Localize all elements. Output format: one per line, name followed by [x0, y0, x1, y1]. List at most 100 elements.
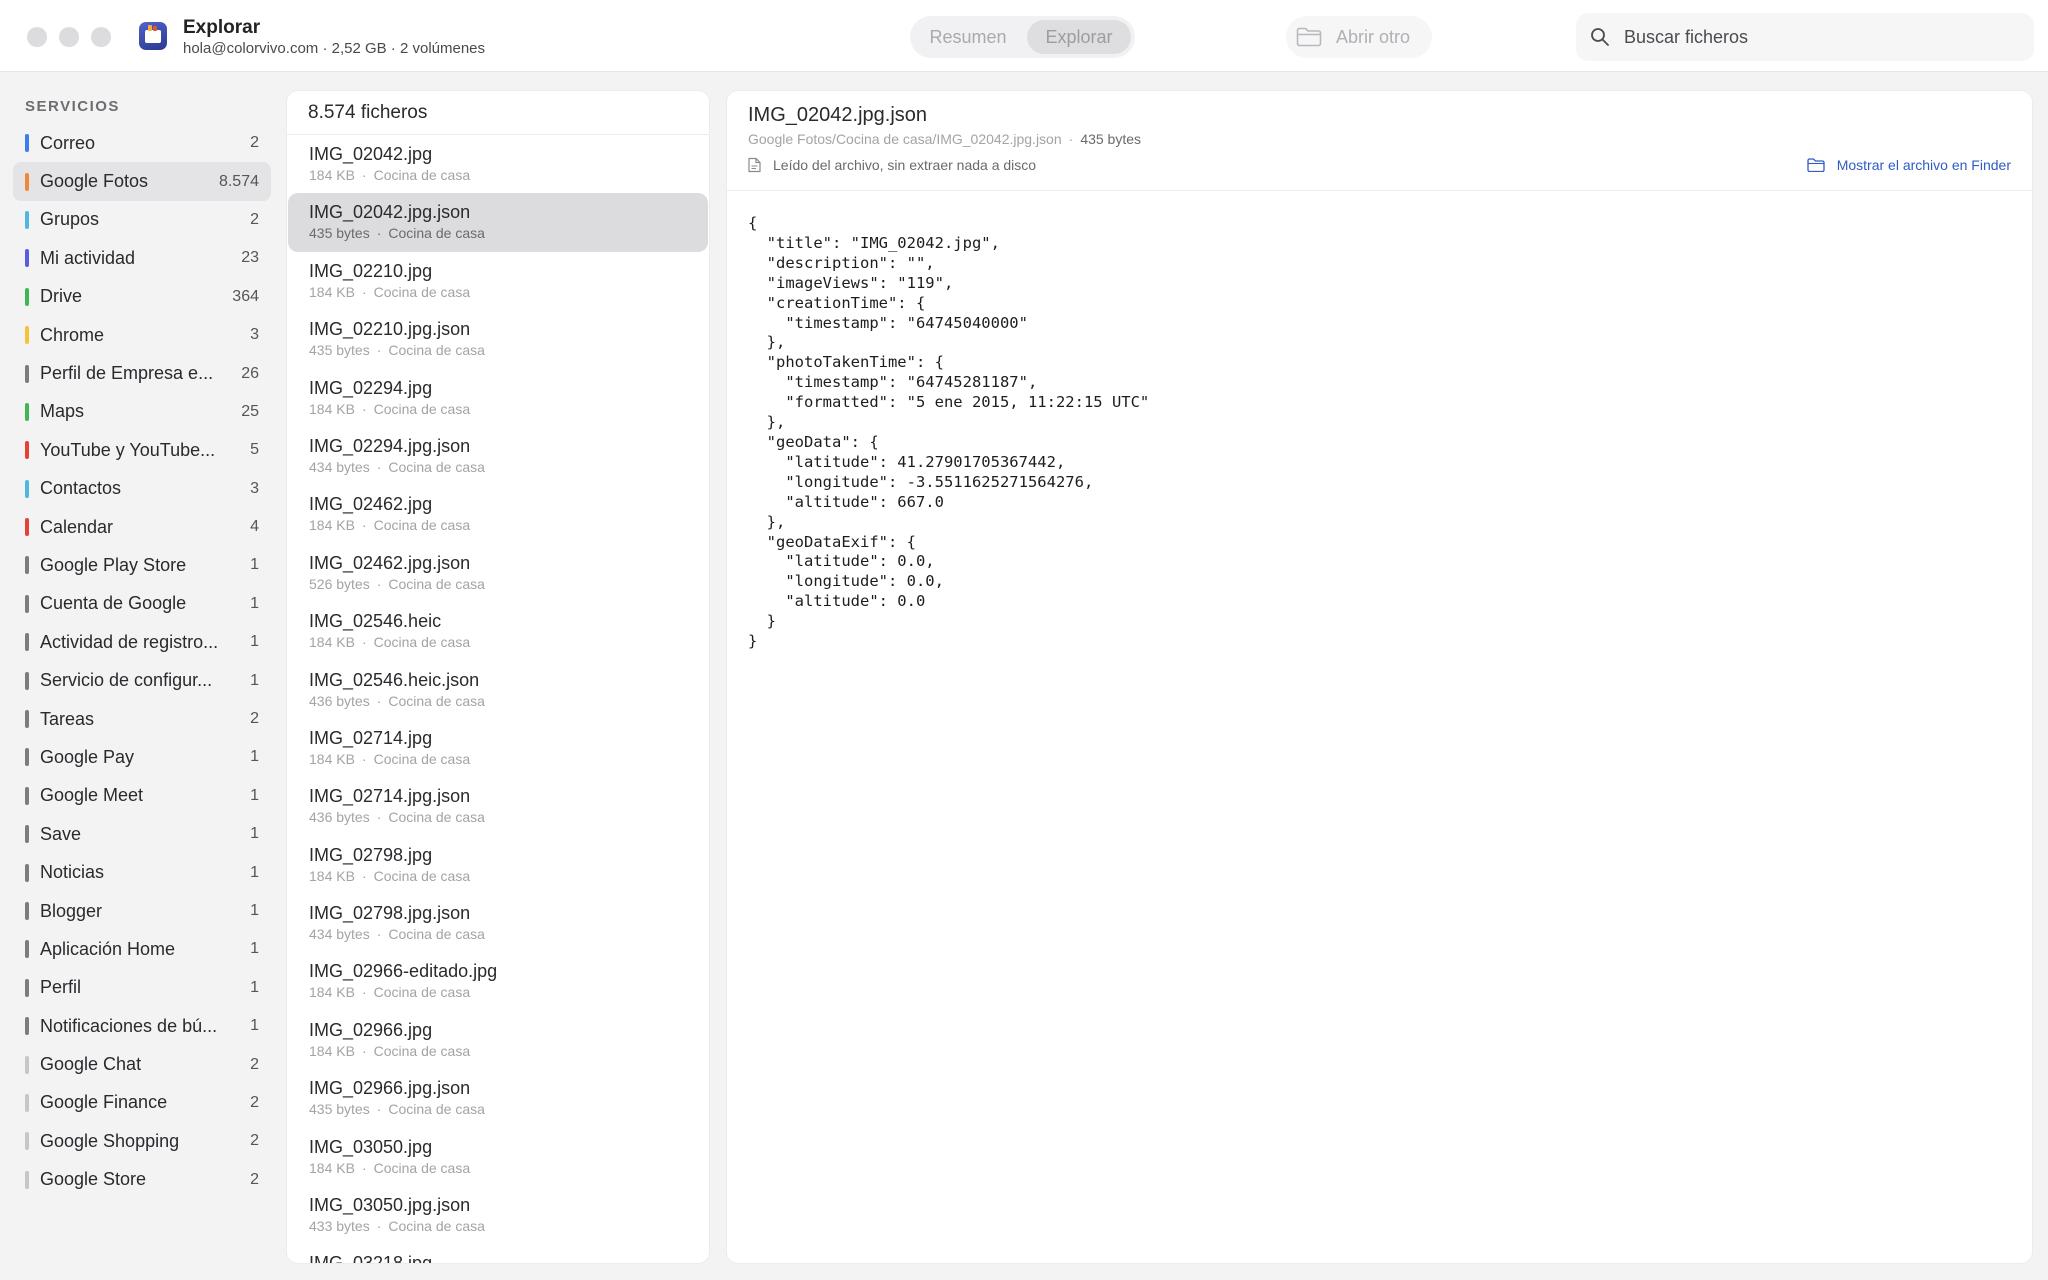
- services-list: Correo 2 Google Fotos 8.574 Grupos 2 Mi activi…: [13, 124, 271, 1199]
- file-row[interactable]: IMG_03050.jpg 184 KB · Cocina de casa: [288, 1128, 708, 1186]
- separator-dot: ·: [376, 692, 382, 709]
- show-in-finder-label: Mostrar el archivo en Finder: [1836, 157, 2011, 173]
- sidebar-item-count: 8.574: [218, 172, 259, 190]
- sidebar-item[interactable]: Chrome 3: [13, 316, 271, 354]
- service-color-marker: [25, 978, 29, 997]
- sidebar-item[interactable]: Actividad de registro... 1: [13, 623, 271, 661]
- sidebar-item-count: 1: [250, 1017, 259, 1035]
- folder-icon: [1807, 158, 1825, 172]
- sidebar-item-label: Google Chat: [40, 1054, 142, 1075]
- file-meta: 436 bytes · Cocina de casa: [309, 807, 708, 827]
- file-count-header: 8.574 ficheros: [287, 91, 709, 135]
- minimize-window-button[interactable]: [59, 27, 79, 47]
- file-row[interactable]: IMG_03050.jpg.json 433 bytes · Cocina de ca…: [288, 1186, 708, 1244]
- sidebar-item[interactable]: Google Meet 1: [13, 777, 271, 815]
- close-window-button[interactable]: [27, 27, 47, 47]
- sidebar-item-label: Chrome: [40, 324, 105, 345]
- sidebar-item[interactable]: Servicio de configur... 1: [13, 661, 271, 699]
- sidebar-item[interactable]: Google Chat 2: [13, 1045, 271, 1083]
- separator-dot: ·: [361, 167, 367, 183]
- sidebar-item[interactable]: Google Play Store 1: [13, 546, 271, 584]
- search-box[interactable]: [1576, 13, 2034, 61]
- file-meta: 433 bytes · Cocina de casa: [309, 1216, 708, 1236]
- service-color-marker: [25, 671, 29, 690]
- file-row[interactable]: IMG_02294.jpg.json 434 bytes · Cocina de ca…: [288, 427, 708, 485]
- window-title: Explorar: [183, 17, 261, 38]
- json-content-viewer[interactable]: { "title": "IMG_02042.jpg", "description…: [748, 214, 2011, 652]
- open-other-button[interactable]: Abrir otro: [1286, 16, 1432, 58]
- separator-dot: ·: [376, 809, 382, 826]
- sidebar-item[interactable]: Google Shopping 2: [13, 1122, 271, 1160]
- file-row[interactable]: IMG_02798.jpg 184 KB · Cocina de casa: [288, 836, 708, 894]
- file-size: 184 KB: [309, 1042, 355, 1059]
- separator-dot: ·: [376, 225, 382, 242]
- file-row[interactable]: IMG_02966-editado.jpg 184 KB · Cocina de ca…: [288, 952, 708, 1010]
- file-size: 184 KB: [309, 283, 355, 300]
- file-row[interactable]: IMG_02966.jpg.json 435 bytes · Cocina de ca…: [288, 1069, 708, 1127]
- service-color-marker: [25, 710, 29, 729]
- file-row[interactable]: IMG_02462.jpg.json 526 bytes · Cocina de ca…: [288, 544, 708, 602]
- file-row[interactable]: IMG_02042.jpg 184 KB · Cocina de casa: [288, 135, 708, 193]
- search-input[interactable]: [1624, 26, 2004, 48]
- file-row[interactable]: IMG_02966.jpg 184 KB · Cocina de casa: [288, 1011, 708, 1069]
- tab-explore[interactable]: Explorar: [1027, 20, 1131, 54]
- sidebar-item[interactable]: Perfil 1: [13, 969, 271, 1007]
- sidebar-item[interactable]: Perfil de Empresa e... 26: [13, 354, 271, 392]
- sidebar-item[interactable]: Google Store 2: [13, 1161, 271, 1199]
- sidebar-item[interactable]: Correo 2: [13, 124, 271, 162]
- sidebar-item-label: Maps: [40, 401, 85, 422]
- sidebar-item-count: 1: [250, 594, 259, 612]
- sidebar-item[interactable]: Google Fotos 8.574: [13, 162, 271, 201]
- sidebar-item[interactable]: Noticias 1: [13, 853, 271, 891]
- file-row[interactable]: IMG_02210.jpg 184 KB · Cocina de casa: [288, 252, 708, 310]
- file-meta: 435 bytes · Cocina de casa: [309, 1099, 708, 1119]
- sidebar-item-count: 2: [250, 1055, 259, 1073]
- zoom-window-button[interactable]: [91, 27, 111, 47]
- file-folder: Cocina de casa: [373, 400, 471, 417]
- file-row[interactable]: IMG_02714.jpg 184 KB · Cocina de casa: [288, 719, 708, 777]
- sidebar-item-label: Correo: [40, 132, 96, 153]
- file-row[interactable]: IMG_03218.jpg: [288, 1244, 708, 1264]
- sidebar-item[interactable]: Save 1: [13, 815, 271, 853]
- file-row[interactable]: IMG_02798.jpg.json 434 bytes · Cocina de ca…: [288, 894, 708, 952]
- tab-summary[interactable]: Resumen: [915, 20, 1021, 54]
- file-size: 435 bytes: [309, 1101, 370, 1118]
- file-size: 435 bytes: [1080, 131, 1142, 147]
- account-summary: hola@colorvivo.com · 2,52 GB · 2 volúmen…: [183, 40, 486, 57]
- sidebar-item[interactable]: YouTube y YouTube... 5: [13, 431, 271, 469]
- sidebar-item[interactable]: Contactos 3: [13, 470, 271, 508]
- file-name: IMG_03218.jpg: [309, 1253, 433, 1264]
- file-row[interactable]: IMG_02210.jpg.json 435 bytes · Cocina de ca…: [288, 310, 708, 368]
- sidebar-item[interactable]: Aplicación Home 1: [13, 930, 271, 968]
- service-color-marker: [25, 1017, 29, 1036]
- file-meta: 184 KB · Cocina de casa: [309, 982, 708, 1002]
- show-in-finder-link[interactable]: Mostrar el archivo en Finder: [1807, 157, 2011, 173]
- sidebar-item[interactable]: Blogger 1: [13, 892, 271, 930]
- file-row[interactable]: IMG_02546.heic.json 436 bytes · Cocina de c…: [288, 661, 708, 719]
- file-name: IMG_02462.jpg.json: [309, 552, 471, 573]
- sidebar-item[interactable]: Google Finance 2: [13, 1084, 271, 1122]
- file-row[interactable]: IMG_02714.jpg.json 436 bytes · Cocina de ca…: [288, 777, 708, 835]
- sidebar-item[interactable]: Calendar 4: [13, 508, 271, 546]
- services-sidebar: SERVICIOS Correo 2 Google Fotos 8.574 Grupos…: [0, 72, 280, 1280]
- file-row[interactable]: IMG_02042.jpg.json 435 bytes · Cocina de ca…: [288, 193, 708, 252]
- file-row[interactable]: IMG_02546.heic 184 KB · Cocina de casa: [288, 602, 708, 660]
- sidebar-item-label: Blogger: [40, 900, 103, 921]
- file-meta: 435 bytes · Cocina de casa: [309, 340, 708, 360]
- sidebar-item[interactable]: Notificaciones de bú... 1: [13, 1007, 271, 1045]
- file-row[interactable]: IMG_02294.jpg 184 KB · Cocina de casa: [288, 369, 708, 427]
- service-color-marker: [25, 633, 29, 652]
- sidebar-item[interactable]: Maps 25: [13, 393, 271, 431]
- file-row[interactable]: IMG_02462.jpg 184 KB · Cocina de casa: [288, 485, 708, 543]
- sidebar-item[interactable]: Google Pay 1: [13, 738, 271, 776]
- file-size: 184 KB: [309, 517, 355, 534]
- sidebar-item-count: 1: [250, 978, 259, 996]
- sidebar-item[interactable]: Grupos 2: [13, 201, 271, 239]
- sidebar-item[interactable]: Tareas 2: [13, 700, 271, 738]
- sidebar-section-title: SERVICIOS: [25, 98, 120, 115]
- separator-dot: ·: [361, 1159, 367, 1176]
- sidebar-item[interactable]: Cuenta de Google 1: [13, 585, 271, 623]
- sidebar-item[interactable]: Drive 364: [13, 278, 271, 316]
- sidebar-item[interactable]: Mi actividad 23: [13, 239, 271, 277]
- file-size: 434 bytes: [309, 926, 370, 943]
